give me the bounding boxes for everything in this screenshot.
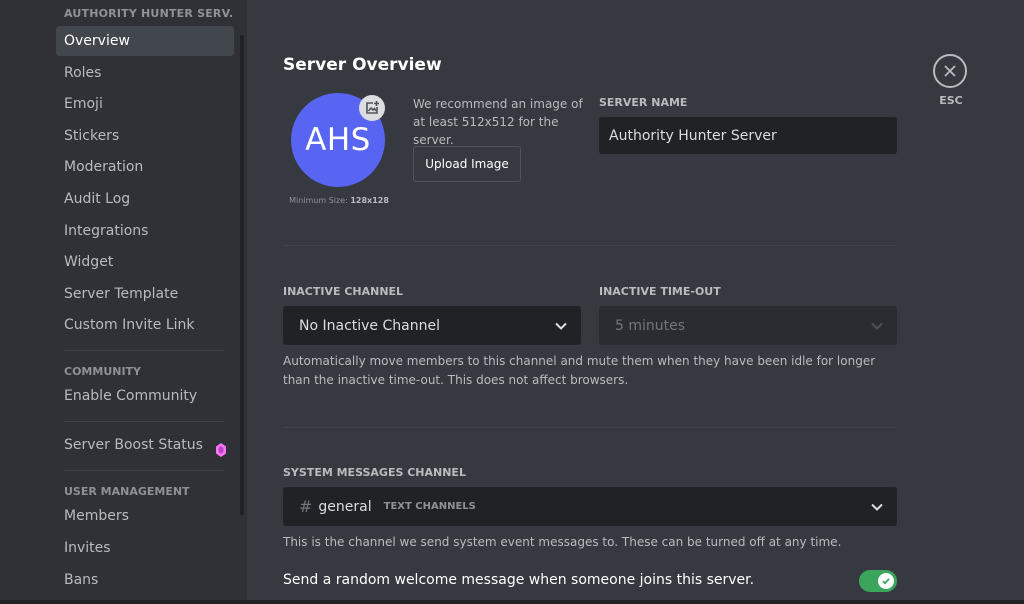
server-name-label: SERVER NAME (599, 96, 688, 109)
close-settings[interactable]: ESC (933, 54, 969, 107)
sidebar-nav: AUTHORITY HUNTER SERV... Overview Roles … (56, 0, 234, 596)
server-icon-uploader[interactable]: AHS (291, 93, 387, 187)
system-channel-category: TEXT CHANNELS (383, 501, 476, 512)
sidebar-item-label: Roles (64, 64, 102, 81)
inactive-channel-select[interactable]: No Inactive Channel (283, 306, 581, 345)
sidebar-section-user-management: USER MANAGEMENT (64, 485, 190, 499)
close-icon (944, 65, 956, 77)
server-avatar-initials: AHS (305, 122, 371, 158)
min-size-value: 128x128 (350, 196, 389, 205)
upload-image-button[interactable]: Upload Image (413, 146, 521, 182)
toggle-knob (878, 573, 894, 589)
min-size-hint: Minimum Size: 128x128 (283, 196, 395, 205)
image-plus-icon[interactable] (359, 95, 385, 121)
section-divider (283, 245, 897, 246)
sidebar-section-community: COMMUNITY (64, 365, 142, 379)
settings-sidebar: AUTHORITY HUNTER SERV... Overview Roles … (0, 0, 247, 604)
sidebar-item-bans[interactable]: Bans (56, 565, 234, 595)
sidebar-item-widget[interactable]: Widget (56, 247, 234, 277)
inactive-timeout-select[interactable]: 5 minutes (599, 306, 897, 345)
sidebar-item-label: Integrations (64, 222, 149, 239)
sidebar-item-stickers[interactable]: Stickers (56, 121, 234, 151)
sidebar-item-label: Custom Invite Link (64, 317, 195, 334)
sidebar-item-label: Server Boost Status (64, 437, 203, 454)
chevron-down-icon (871, 503, 883, 511)
bottom-edge (0, 600, 1024, 604)
inactive-channel-value: No Inactive Channel (299, 317, 440, 334)
system-channel-selection: # general TEXT CHANNELS (299, 497, 476, 516)
sidebar-item-label: Stickers (64, 127, 120, 144)
sidebar-item-label: Widget (64, 254, 114, 271)
page-title: Server Overview (283, 55, 442, 75)
sidebar-item-label: Overview (64, 33, 130, 49)
inactive-help-text: Automatically move members to this chann… (283, 354, 876, 387)
sidebar-divider (64, 470, 224, 472)
check-icon (882, 578, 890, 585)
welcome-message-label: Send a random welcome message when someo… (283, 572, 755, 588)
image-recommendation-text: We recommend an image of at least 512x51… (413, 97, 583, 147)
sidebar-item-label: Members (64, 508, 129, 525)
server-name-input[interactable] (599, 117, 897, 154)
sidebar-item-integrations[interactable]: Integrations (56, 216, 234, 246)
section-divider (283, 427, 897, 428)
sidebar-divider (64, 421, 224, 423)
sidebar-item-emoji[interactable]: Emoji (56, 89, 234, 119)
sidebar-scrollbar[interactable] (240, 35, 244, 515)
sidebar-item-label: Emoji (64, 96, 103, 113)
sidebar-item-enable-community[interactable]: Enable Community (56, 381, 234, 411)
sidebar-item-server-template[interactable]: Server Template (56, 279, 234, 309)
inactive-timeout-value: 5 minutes (615, 317, 686, 334)
boost-gem-icon (216, 438, 226, 458)
close-button[interactable] (933, 54, 967, 88)
sidebar-item-server-boost-status[interactable]: Server Boost Status (56, 430, 234, 460)
sidebar-item-audit-log[interactable]: Audit Log (56, 184, 234, 214)
sidebar-divider (64, 350, 224, 352)
sidebar-item-roles[interactable]: Roles (56, 58, 234, 88)
welcome-message-toggle[interactable] (859, 570, 897, 592)
sidebar-item-label: Server Template (64, 285, 179, 302)
min-size-label: Minimum Size: (289, 196, 348, 205)
inactive-channel-label: INACTIVE CHANNEL (283, 285, 404, 298)
sidebar-item-label: Moderation (64, 159, 144, 176)
sidebar-item-label: Invites (64, 539, 111, 556)
system-channel-select[interactable]: # general TEXT CHANNELS (283, 487, 897, 526)
hash-icon: # (299, 497, 313, 516)
sidebar-item-overview[interactable]: Overview (56, 26, 234, 56)
sidebar-item-custom-invite-link[interactable]: Custom Invite Link (56, 310, 234, 340)
sidebar-item-moderation[interactable]: Moderation (56, 152, 234, 182)
sidebar-server-header: AUTHORITY HUNTER SERV... (64, 7, 234, 20)
sidebar-item-label: Audit Log (64, 190, 131, 207)
esc-label: ESC (939, 94, 963, 107)
chevron-down-icon (871, 322, 883, 330)
system-channel-value: general (318, 498, 372, 515)
inactive-timeout-label: INACTIVE TIME-OUT (599, 285, 721, 298)
chevron-down-icon (555, 322, 567, 330)
system-help-text: This is the channel we send system event… (283, 535, 842, 549)
sidebar-item-members[interactable]: Members (56, 501, 234, 531)
system-channel-label: SYSTEM MESSAGES CHANNEL (283, 466, 466, 479)
sidebar-item-invites[interactable]: Invites (56, 533, 234, 563)
sidebar-item-label: Bans (64, 571, 99, 588)
sidebar-item-label: Enable Community (64, 388, 198, 405)
